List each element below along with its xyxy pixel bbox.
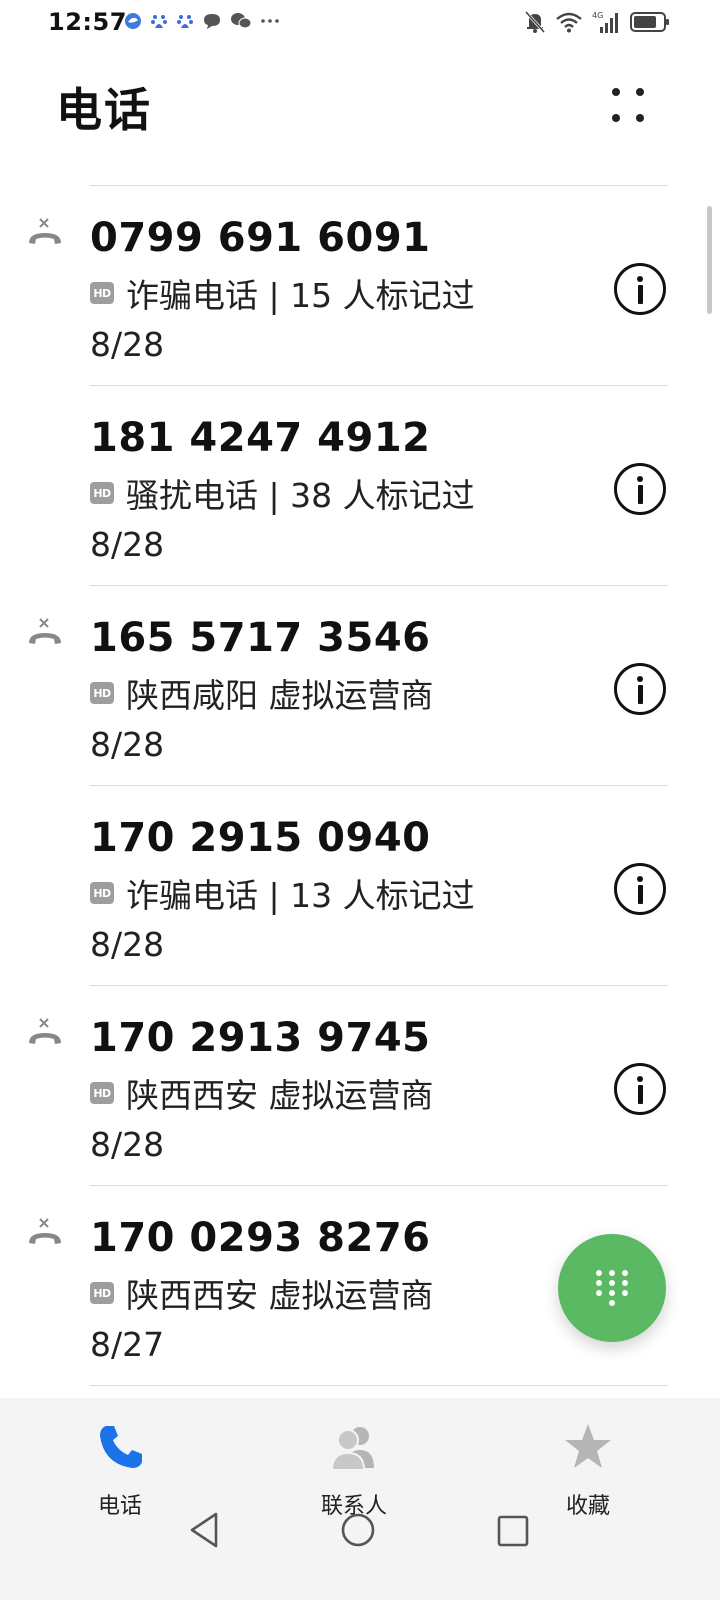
missed-call-icon bbox=[29, 218, 61, 244]
system-status-icons: 4G bbox=[524, 10, 670, 34]
hd-badge: HD bbox=[90, 482, 114, 504]
call-description-line: HD 陕西西安 虚拟运营商 bbox=[90, 1073, 434, 1115]
call-description: 陕西西安 虚拟运营商 bbox=[126, 1276, 434, 1315]
home-icon[interactable] bbox=[340, 1512, 376, 1548]
call-log-row[interactable]: 165 5717 3546 HD 陕西咸阳 虚拟运营商 8/28 bbox=[0, 587, 720, 787]
call-log-row[interactable]: 170 2915 0940 HD 诈骗电话 | 13 人标记过 8/28 bbox=[0, 787, 720, 987]
more-dots-icon bbox=[261, 19, 279, 23]
missed-call-icon bbox=[29, 1218, 61, 1244]
call-log-row[interactable]: 0799 691 6091 HD 诈骗电话 | 15 人标记过 8/28 bbox=[0, 187, 720, 387]
call-date: 8/28 bbox=[90, 1125, 165, 1164]
phone-number: 170 2915 0940 bbox=[90, 815, 431, 861]
wifi-icon bbox=[556, 12, 582, 33]
message-bubble-icon bbox=[204, 14, 220, 29]
call-log-row[interactable]: 170 2913 9745 HD 陕西西安 虚拟运营商 8/28 bbox=[0, 987, 720, 1187]
hd-badge: HD bbox=[90, 882, 114, 904]
signal-4g-icon: 4G bbox=[592, 11, 618, 33]
baidu-paw-icon bbox=[177, 15, 193, 28]
call-date: 8/28 bbox=[90, 725, 165, 764]
call-description: 陕西咸阳 虚拟运营商 bbox=[126, 676, 434, 715]
phone-number: 181 4247 4912 bbox=[90, 415, 431, 461]
divider bbox=[90, 785, 668, 786]
dialpad-button[interactable] bbox=[558, 1234, 666, 1342]
info-icon[interactable] bbox=[614, 463, 666, 515]
hd-badge: HD bbox=[90, 1282, 114, 1304]
divider bbox=[90, 585, 668, 586]
hd-badge: HD bbox=[90, 1082, 114, 1104]
call-log-row[interactable]: 181 4247 4912 HD 骚扰电话 | 38 人标记过 8/28 bbox=[0, 387, 720, 587]
browser-icon bbox=[125, 13, 141, 29]
call-description-line: HD 陕西西安 虚拟运营商 bbox=[90, 1273, 434, 1315]
phone-number: 170 0293 8276 bbox=[90, 1215, 431, 1261]
info-icon[interactable] bbox=[614, 663, 666, 715]
phone-number: 170 2913 9745 bbox=[90, 1015, 431, 1061]
missed-call-icon bbox=[29, 618, 61, 644]
dialpad-icon bbox=[596, 1270, 628, 1308]
info-icon[interactable] bbox=[614, 1063, 666, 1115]
hd-badge: HD bbox=[90, 282, 114, 304]
call-date: 8/28 bbox=[90, 525, 165, 564]
mute-bell-icon bbox=[524, 10, 546, 34]
recents-icon[interactable] bbox=[496, 1514, 530, 1548]
hd-badge: HD bbox=[90, 682, 114, 704]
call-date: 8/28 bbox=[90, 325, 165, 364]
network-label: 4G bbox=[592, 11, 603, 20]
status-bar: 12:57 4G bbox=[0, 0, 720, 48]
call-description-line: HD 骚扰电话 | 38 人标记过 bbox=[90, 473, 475, 515]
system-nav-bar bbox=[0, 1498, 720, 1598]
notification-icons bbox=[124, 12, 280, 30]
call-description: 诈骗电话 | 13 人标记过 bbox=[126, 876, 475, 915]
call-date: 8/28 bbox=[90, 925, 165, 964]
back-icon[interactable] bbox=[186, 1510, 222, 1550]
divider bbox=[90, 185, 668, 186]
call-description-line: HD 诈骗电话 | 15 人标记过 bbox=[90, 273, 475, 315]
missed-call-icon bbox=[29, 1018, 61, 1044]
baidu-paw-icon bbox=[151, 15, 167, 28]
divider bbox=[90, 385, 668, 386]
page-title: 电话 bbox=[56, 83, 152, 137]
call-description: 陕西西安 虚拟运营商 bbox=[126, 1076, 434, 1115]
battery-icon bbox=[630, 12, 669, 32]
status-time: 12:57 bbox=[48, 8, 127, 36]
divider bbox=[90, 985, 668, 986]
call-description-line: HD 诈骗电话 | 13 人标记过 bbox=[90, 873, 475, 915]
phone-icon bbox=[100, 1426, 142, 1468]
divider bbox=[90, 1385, 668, 1386]
call-description: 骚扰电话 | 38 人标记过 bbox=[126, 476, 475, 515]
call-description-line: HD 陕西咸阳 虚拟运营商 bbox=[90, 673, 434, 715]
star-icon bbox=[565, 1424, 611, 1468]
wechat-icon bbox=[231, 13, 252, 29]
phone-number: 0799 691 6091 bbox=[90, 215, 431, 261]
phone-number: 165 5717 3546 bbox=[90, 615, 431, 661]
more-options-button[interactable] bbox=[596, 80, 656, 134]
info-icon[interactable] bbox=[614, 863, 666, 915]
contacts-icon bbox=[330, 1427, 374, 1471]
divider bbox=[90, 1185, 668, 1186]
info-icon[interactable] bbox=[614, 263, 666, 315]
call-date: 8/27 bbox=[90, 1325, 165, 1364]
call-description: 诈骗电话 | 15 人标记过 bbox=[126, 276, 475, 315]
